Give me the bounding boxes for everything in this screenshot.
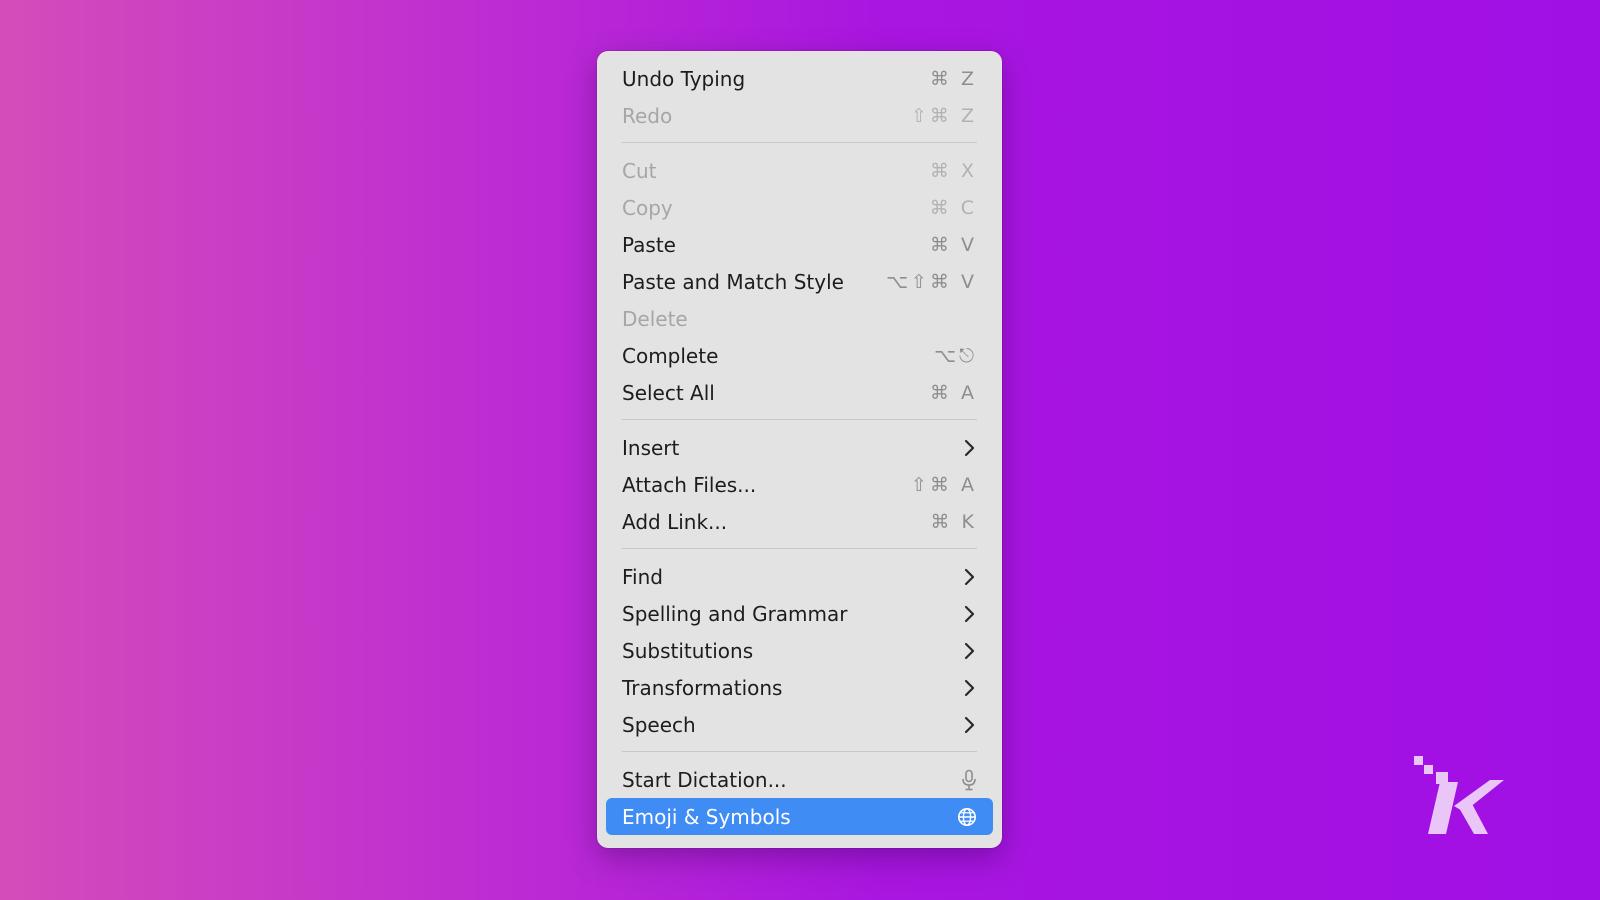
menu-item-speech[interactable]: Speech xyxy=(606,706,993,743)
menu-item-label: Speech xyxy=(622,712,696,737)
k-brand-logo-icon xyxy=(1414,756,1504,842)
menu-item-delete: Delete xyxy=(606,300,993,337)
menu-item-complete[interactable]: Complete ⌥⎋ xyxy=(606,337,993,374)
keyboard-shortcut: ⌘ V xyxy=(929,233,977,256)
menu-item-label: Spelling and Grammar xyxy=(622,601,848,626)
menu-item-paste-and-match-style[interactable]: Paste and Match Style ⌥⇧⌘ V xyxy=(606,263,993,300)
menu-separator xyxy=(622,142,977,143)
menu-item-label: Cut xyxy=(622,158,657,183)
menu-item-label: Copy xyxy=(622,195,673,220)
menu-item-spelling-and-grammar[interactable]: Spelling and Grammar xyxy=(606,595,993,632)
chevron-right-icon xyxy=(963,716,977,734)
menu-item-find[interactable]: Find xyxy=(606,558,993,595)
menu-item-paste[interactable]: Paste ⌘ V xyxy=(606,226,993,263)
chevron-right-icon xyxy=(963,679,977,697)
keyboard-shortcut: ⌘ A xyxy=(929,381,977,404)
menu-item-select-all[interactable]: Select All ⌘ A xyxy=(606,374,993,411)
keyboard-shortcut: ⌥⎋ xyxy=(934,344,977,367)
globe-icon xyxy=(957,807,977,827)
menu-item-add-link[interactable]: Add Link... ⌘ K xyxy=(606,503,993,540)
menu-item-label: Insert xyxy=(622,435,680,460)
menu-separator xyxy=(622,548,977,549)
menu-item-label: Transformations xyxy=(622,675,783,700)
menu-item-cut: Cut ⌘ X xyxy=(606,152,993,189)
keyboard-shortcut: ⌥⇧⌘ V xyxy=(886,270,977,293)
menu-separator xyxy=(622,419,977,420)
menu-item-label: Complete xyxy=(622,343,719,368)
keyboard-shortcut: ⌘ X xyxy=(929,159,977,182)
chevron-right-icon xyxy=(963,568,977,586)
menu-item-redo: Redo ⇧⌘ Z xyxy=(606,97,993,134)
menu-item-attach-files[interactable]: Attach Files... ⇧⌘ A xyxy=(606,466,993,503)
microphone-icon xyxy=(961,769,977,791)
menu-item-label: Paste xyxy=(622,232,676,257)
menu-item-label: Undo Typing xyxy=(622,66,746,91)
menu-item-start-dictation[interactable]: Start Dictation... xyxy=(606,761,993,798)
keyboard-shortcut: ⇧⌘ Z xyxy=(911,104,977,127)
menu-separator xyxy=(622,751,977,752)
keyboard-shortcut: ⌘ Z xyxy=(929,67,977,90)
menu-item-undo-typing[interactable]: Undo Typing ⌘ Z xyxy=(606,60,993,97)
keyboard-shortcut: ⇧⌘ A xyxy=(911,473,977,496)
chevron-right-icon xyxy=(963,642,977,660)
menu-item-emoji-symbols[interactable]: Emoji & Symbols xyxy=(606,798,993,835)
menu-item-transformations[interactable]: Transformations xyxy=(606,669,993,706)
keyboard-shortcut: ⌘ K xyxy=(930,510,977,533)
menu-item-label: Find xyxy=(622,564,663,589)
menu-item-label: Start Dictation... xyxy=(622,767,787,792)
menu-item-label: Redo xyxy=(622,103,673,128)
chevron-right-icon xyxy=(963,439,977,457)
menu-item-label: Paste and Match Style xyxy=(622,269,844,294)
menu-item-label: Add Link... xyxy=(622,509,728,534)
menu-item-label: Select All xyxy=(622,380,715,405)
menu-item-insert[interactable]: Insert xyxy=(606,429,993,466)
menu-item-label: Substitutions xyxy=(622,638,754,663)
chevron-right-icon xyxy=(963,605,977,623)
context-menu: Undo Typing ⌘ Z Redo ⇧⌘ Z Cut ⌘ X Copy ⌘ C Paste… xyxy=(597,51,1002,848)
menu-item-substitutions[interactable]: Substitutions xyxy=(606,632,993,669)
menu-item-label: Delete xyxy=(622,306,688,331)
menu-item-label: Emoji & Symbols xyxy=(622,804,791,829)
menu-item-copy: Copy ⌘ C xyxy=(606,189,993,226)
menu-item-label: Attach Files... xyxy=(622,472,757,497)
keyboard-shortcut: ⌘ C xyxy=(929,196,977,219)
